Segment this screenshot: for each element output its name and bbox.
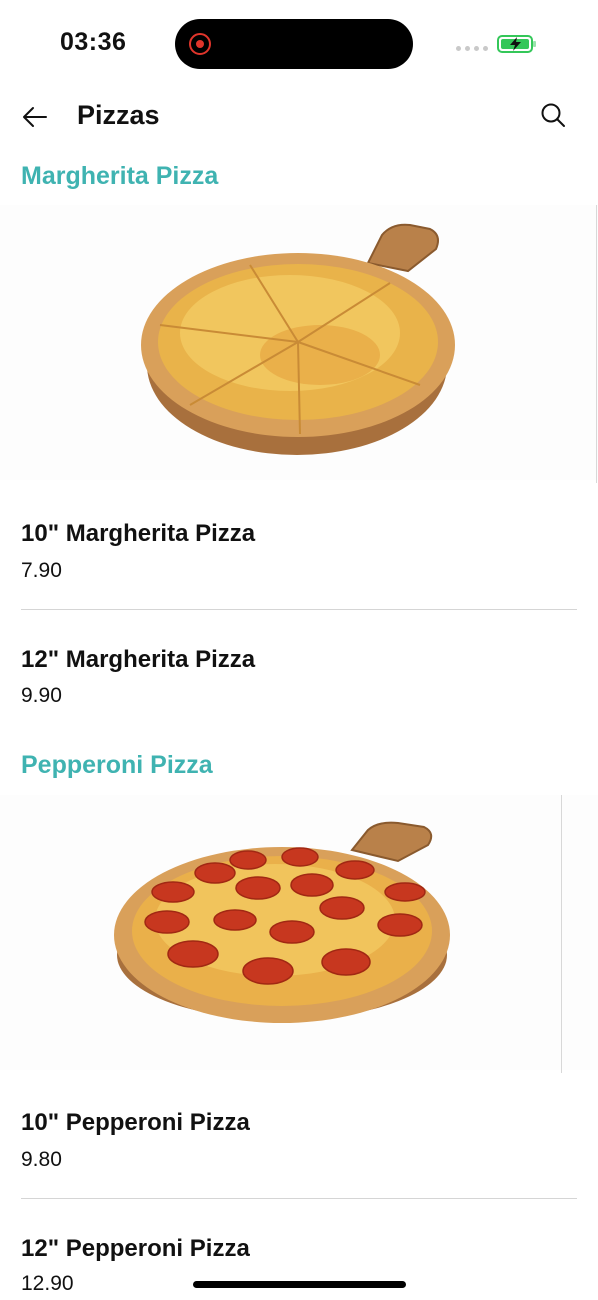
scrollbar-track bbox=[596, 205, 597, 483]
pepperoni-pizza-image[interactable] bbox=[0, 795, 598, 1070]
signal-icon bbox=[456, 46, 488, 51]
pizza-illustration bbox=[141, 223, 455, 455]
item-name[interactable]: 12" Margherita Pizza bbox=[21, 646, 255, 674]
home-indicator[interactable] bbox=[193, 1281, 406, 1288]
item-name[interactable]: 12" Pepperoni Pizza bbox=[21, 1235, 250, 1263]
item-price: 9.80 bbox=[21, 1148, 62, 1171]
item-name[interactable]: 10" Margherita Pizza bbox=[21, 520, 255, 548]
section-title-margherita: Margherita Pizza bbox=[21, 162, 219, 190]
status-time: 03:36 bbox=[60, 28, 127, 56]
search-icon[interactable] bbox=[540, 102, 566, 128]
battery-charging-icon bbox=[497, 35, 536, 53]
margherita-pizza-image[interactable] bbox=[0, 205, 598, 480]
scroll-divider bbox=[561, 795, 562, 1073]
section-title-pepperoni: Pepperoni Pizza bbox=[21, 751, 213, 779]
item-name[interactable]: 10" Pepperoni Pizza bbox=[21, 1109, 250, 1137]
item-price: 12.90 bbox=[21, 1272, 74, 1295]
back-arrow-icon[interactable] bbox=[20, 102, 50, 132]
divider bbox=[21, 1198, 577, 1199]
item-price: 7.90 bbox=[21, 559, 62, 582]
item-price: 9.90 bbox=[21, 684, 62, 707]
app-header: Pizzas bbox=[0, 90, 598, 150]
status-bar: 03:36 bbox=[0, 0, 598, 90]
page-title: Pizzas bbox=[77, 100, 160, 130]
pizza-illustration bbox=[114, 821, 450, 1023]
recording-icon bbox=[189, 33, 211, 55]
divider bbox=[21, 609, 577, 610]
